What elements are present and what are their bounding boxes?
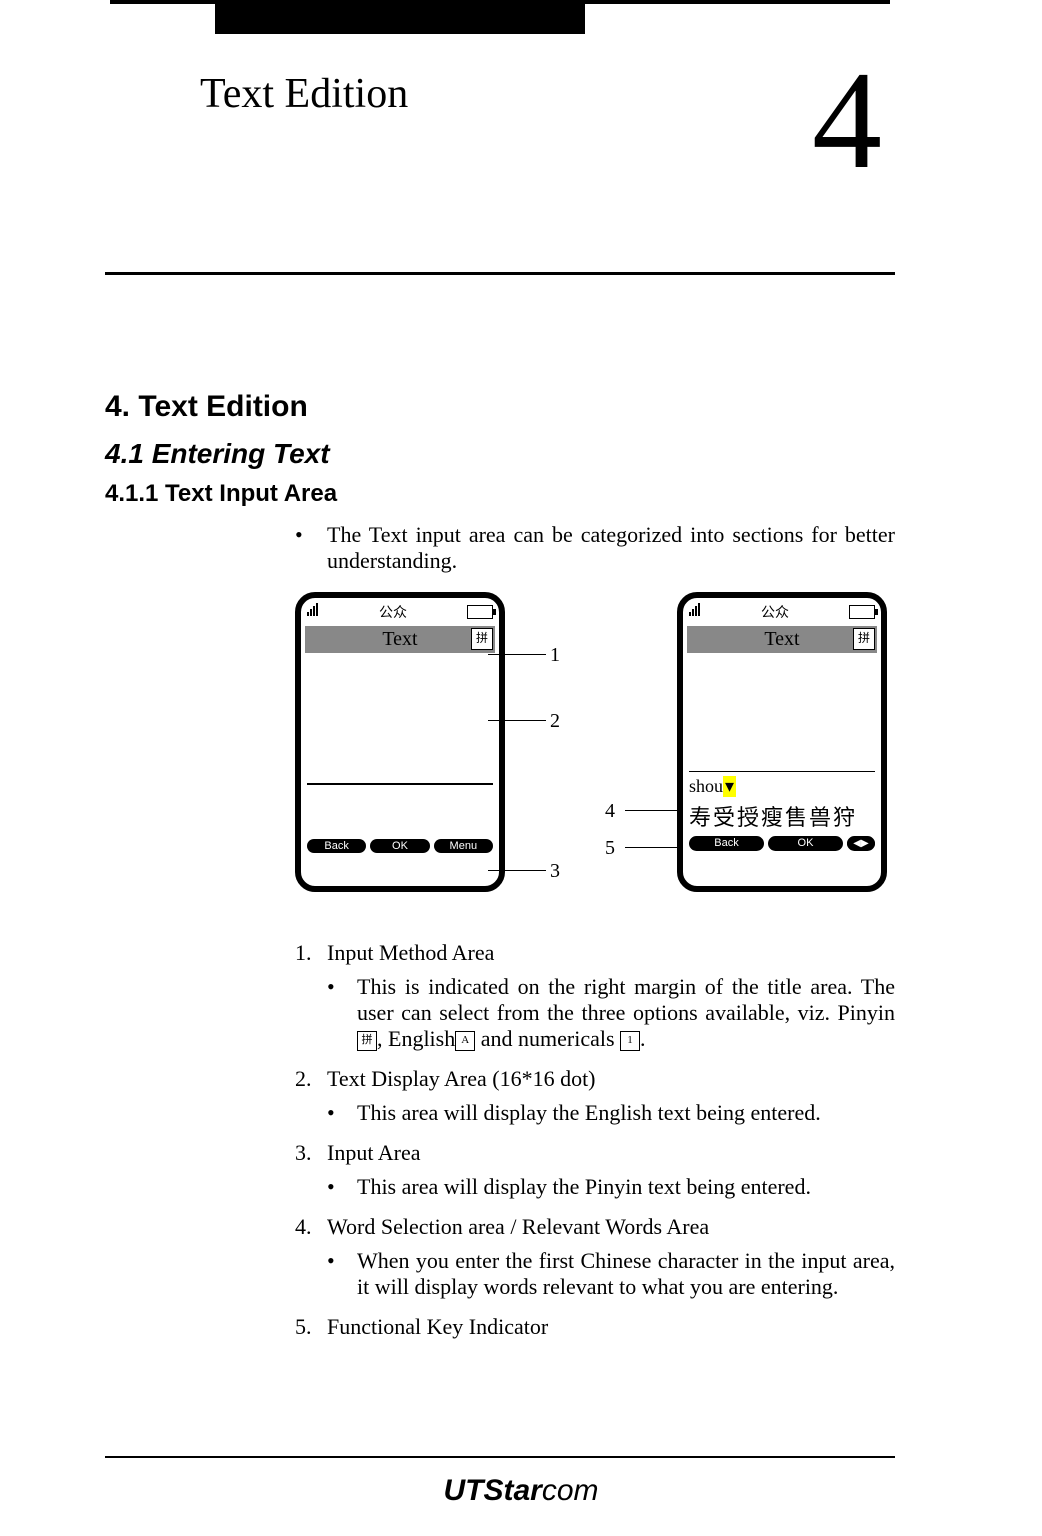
pinyin-text: shou — [689, 776, 723, 797]
input-mode-icon: 拼 — [471, 628, 493, 650]
callout-3: 3 — [550, 860, 560, 883]
softkey-back[interactable]: Back — [307, 839, 366, 853]
sub-text: This area will display the English text … — [357, 1100, 895, 1126]
list-item: 2. Text Display Area (16*16 dot) — [295, 1066, 895, 1092]
header-underline — [105, 272, 895, 275]
pinyin-input-line: shou▾ — [689, 772, 875, 800]
list-item: 4. Word Selection area / Relevant Words … — [295, 1214, 895, 1240]
network-label: 公众 — [379, 602, 407, 622]
battery-icon — [849, 605, 875, 619]
sub-text: This area will display the Pinyin text b… — [357, 1174, 895, 1200]
callout-4: 4 — [605, 800, 615, 823]
chapter-title: Text Edition — [200, 70, 408, 118]
sub-bullet: • When you enter the first Chinese chara… — [327, 1248, 895, 1300]
phone-right: 公众 Text 拼 shou▾ 寿受授瘦售兽狩 Back OK — [677, 592, 887, 892]
header-bar — [215, 4, 585, 34]
softkey-back[interactable]: Back — [689, 836, 764, 851]
figure: 公众 Text 拼 Back OK Menu — [295, 592, 895, 922]
english-icon: A — [455, 1031, 475, 1051]
heading-3: 4.1.1 Text Input Area — [105, 480, 895, 508]
list-item: 3. Input Area — [295, 1140, 895, 1166]
intro-block: • The Text input area can be categorized… — [295, 522, 895, 922]
input-area — [307, 784, 493, 835]
sub-bullet: • This area will display the English tex… — [327, 1100, 895, 1126]
sub-text: When you enter the first Chinese charact… — [357, 1248, 895, 1300]
item-number: 2. — [295, 1066, 327, 1092]
softkey-menu[interactable]: Menu — [434, 839, 493, 853]
intro-text: The Text input area can be categorized i… — [327, 522, 895, 574]
page: Text Edition 4 4. Text Edition 4.1 Enter… — [0, 0, 1042, 1536]
title-bar: Text 拼 — [305, 626, 495, 653]
pinyin-icon: 拼 — [357, 1031, 377, 1051]
status-bar: 公众 — [301, 598, 499, 626]
title-text: Text — [764, 628, 799, 650]
numbered-list: 1. Input Method Area • This is indicated… — [295, 940, 895, 1340]
signal-icon — [689, 603, 701, 621]
footer-logo: UTStarcom — [0, 1474, 1042, 1508]
status-bar: 公众 — [683, 598, 881, 626]
logo-bold: UTStar — [443, 1474, 541, 1507]
content: 4. Text Edition 4.1 Entering Text 4.1.1 … — [105, 390, 895, 1348]
softkey-row: Back OK ◀▶ — [689, 836, 875, 851]
bullet-dot: • — [327, 1174, 357, 1200]
heading-2: 4.1 Entering Text — [105, 438, 895, 470]
bullet-dot: • — [327, 974, 357, 1052]
item-label: Input Area — [327, 1140, 895, 1166]
softkey-ok[interactable]: OK — [768, 836, 843, 851]
sub-text: This is indicated on the right margin of… — [357, 974, 895, 1052]
sub-bullet: • This area will display the Pinyin text… — [327, 1174, 895, 1200]
text-display-area — [307, 653, 493, 784]
item-label: Input Method Area — [327, 940, 895, 966]
list-item: 5. Functional Key Indicator — [295, 1314, 895, 1340]
network-label: 公众 — [761, 602, 789, 622]
signal-icon — [307, 603, 319, 621]
logo-light: com — [542, 1474, 599, 1507]
item-number: 1. — [295, 940, 327, 966]
numerical-icon: 1 — [620, 1031, 640, 1051]
bullet-dot: • — [295, 522, 327, 574]
footer-rule — [105, 1456, 895, 1458]
item-number: 4. — [295, 1214, 327, 1240]
heading-1: 4. Text Edition — [105, 390, 895, 424]
softkey-nav[interactable]: ◀▶ — [847, 836, 875, 851]
item-label: Functional Key Indicator — [327, 1314, 895, 1340]
title-text: Text — [382, 628, 417, 650]
word-selection-row: 寿受授瘦售兽狩 — [689, 800, 875, 832]
bullet-dot: • — [327, 1100, 357, 1126]
text-display-area — [689, 653, 875, 772]
title-bar: Text 拼 — [687, 626, 877, 653]
softkey-row: Back OK Menu — [307, 839, 493, 853]
item-label: Text Display Area (16*16 dot) — [327, 1066, 895, 1092]
cursor-icon: ▾ — [723, 776, 736, 797]
sub-bullet: • This is indicated on the right margin … — [327, 974, 895, 1052]
battery-icon — [467, 605, 493, 619]
input-mode-icon: 拼 — [853, 628, 875, 650]
callout-2: 2 — [550, 710, 560, 733]
callout-1: 1 — [550, 644, 560, 667]
item-label: Word Selection area / Relevant Words Are… — [327, 1214, 895, 1240]
list-item: 1. Input Method Area — [295, 940, 895, 966]
phone-left: 公众 Text 拼 Back OK Menu — [295, 592, 505, 892]
item-number: 5. — [295, 1314, 327, 1340]
bullet-dot: • — [327, 1248, 357, 1300]
item-number: 3. — [295, 1140, 327, 1166]
intro-bullet: • The Text input area can be categorized… — [295, 522, 895, 574]
callout-5: 5 — [605, 837, 615, 860]
chapter-number: 4 — [812, 40, 882, 201]
softkey-ok[interactable]: OK — [370, 839, 429, 853]
